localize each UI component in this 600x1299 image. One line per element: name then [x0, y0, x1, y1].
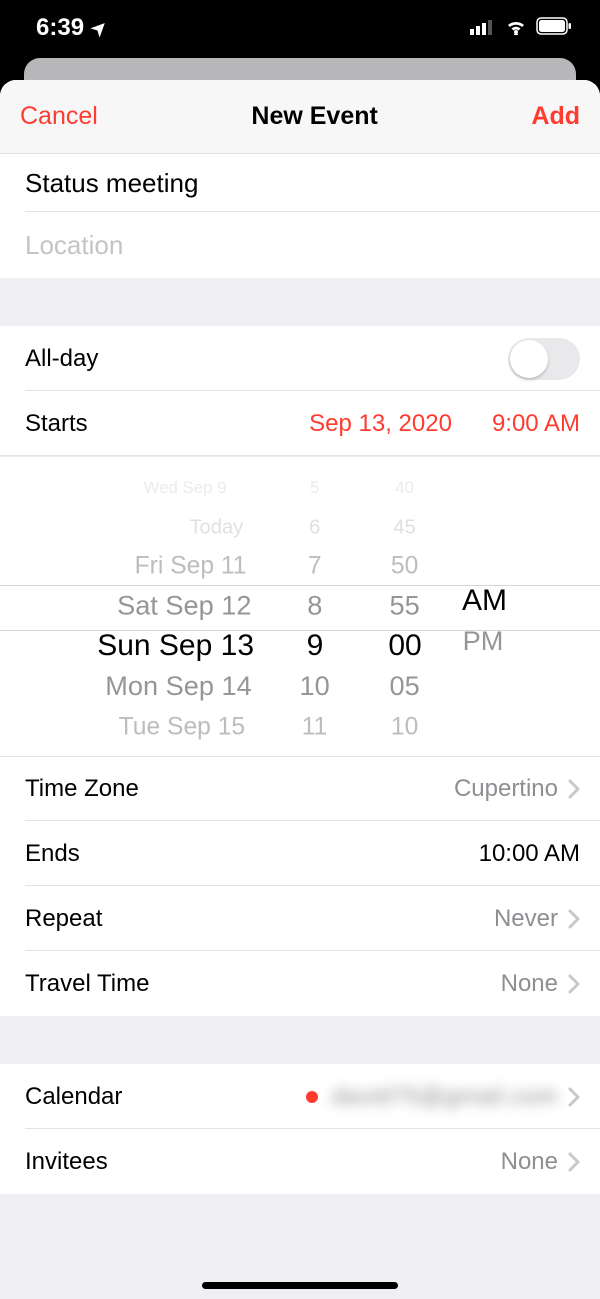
status-bar: 6:39 ➤: [0, 0, 600, 56]
calendar-row[interactable]: Calendar david75@gmail.com: [0, 1064, 600, 1129]
picker-hour-column[interactable]: 5 6 7 8 9 10 11 12 1: [270, 457, 360, 756]
starts-row[interactable]: Starts Sep 13, 2020 9:00 AM: [0, 391, 600, 456]
wifi-icon: [504, 14, 528, 42]
picker-date-column[interactable]: Wed Sep 9 Today Fri Sep 11 Sat Sep 12 Su…: [10, 457, 270, 756]
starts-label: Starts: [25, 410, 88, 438]
picker-minute-column[interactable]: 40 45 50 55 00 05 10 15 20: [360, 457, 450, 756]
repeat-value: Never: [494, 905, 558, 933]
invitees-label: Invitees: [25, 1148, 108, 1176]
travel-time-value: None: [501, 970, 558, 998]
time-zone-label: Time Zone: [25, 775, 139, 803]
repeat-row[interactable]: Repeat Never: [0, 886, 600, 951]
calendar-value: david75@gmail.com: [332, 1083, 558, 1111]
event-title-value: Status meeting: [25, 168, 198, 199]
location-field[interactable]: Location: [0, 212, 600, 278]
all-day-label: All-day: [25, 345, 98, 373]
calendar-label: Calendar: [25, 1083, 122, 1111]
time-zone-row[interactable]: Time Zone Cupertino: [0, 756, 600, 821]
all-day-toggle[interactable]: [508, 338, 580, 380]
invitees-value: None: [501, 1148, 558, 1176]
modal-header: Cancel New Event Add: [0, 80, 600, 154]
status-right: [470, 14, 572, 42]
time-zone-value: Cupertino: [454, 775, 558, 803]
travel-time-row[interactable]: Travel Time None: [0, 951, 600, 1016]
status-time: 6:39: [36, 14, 84, 42]
calendar-invitees-group: Calendar david75@gmail.com Invitees None: [0, 1064, 600, 1194]
repeat-label: Repeat: [25, 905, 102, 933]
chevron-right-icon: [568, 1152, 580, 1172]
chevron-right-icon: [568, 779, 580, 799]
picker-ampm-column[interactable]: AM PM: [450, 457, 542, 756]
cellular-icon: [470, 14, 496, 42]
invitees-row[interactable]: Invitees None: [0, 1129, 600, 1194]
modal-title: New Event: [251, 102, 377, 131]
cancel-button[interactable]: Cancel: [20, 102, 98, 131]
starts-time: 9:00 AM: [492, 410, 580, 438]
ends-row[interactable]: Ends 10:00 AM: [0, 821, 600, 886]
status-left: 6:39 ➤: [36, 14, 107, 42]
chevron-right-icon: [568, 909, 580, 929]
date-time-picker[interactable]: Wed Sep 9 Today Fri Sep 11 Sat Sep 12 Su…: [0, 456, 600, 756]
chevron-right-icon: [568, 974, 580, 994]
all-day-row: All-day: [0, 326, 600, 391]
ends-value: 10:00 AM: [479, 840, 580, 868]
calendar-color-dot: [306, 1091, 318, 1103]
timing-group: All-day Starts Sep 13, 2020 9:00 AM Wed …: [0, 326, 600, 1016]
home-indicator[interactable]: [202, 1282, 398, 1289]
location-placeholder: Location: [25, 230, 123, 261]
chevron-right-icon: [568, 1087, 580, 1107]
event-title-field[interactable]: Status meeting: [0, 154, 600, 212]
add-button[interactable]: Add: [531, 102, 580, 131]
starts-date: Sep 13, 2020: [309, 410, 452, 438]
travel-time-label: Travel Time: [25, 970, 149, 998]
title-location-group: Status meeting Location: [0, 154, 600, 278]
ends-label: Ends: [25, 840, 80, 868]
battery-icon: [536, 14, 572, 42]
new-event-sheet: Cancel New Event Add Status meeting Loca…: [0, 80, 600, 1299]
location-services-icon: ➤: [87, 15, 113, 41]
